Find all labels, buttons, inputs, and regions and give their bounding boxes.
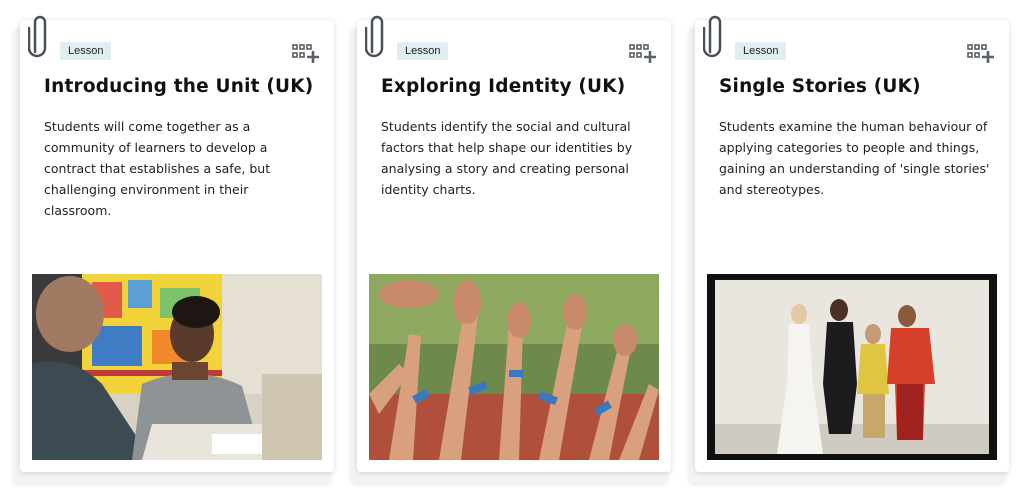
add-to-collection-icon[interactable]: [967, 43, 995, 65]
add-to-collection-icon[interactable]: [629, 43, 657, 65]
card-title[interactable]: Introducing the Unit (UK): [44, 76, 316, 97]
paperclip-icon: [365, 15, 384, 58]
lesson-tag: Lesson: [397, 42, 449, 60]
card-description: Students will come together as a communi…: [44, 119, 271, 218]
card-title[interactable]: Exploring Identity (UK): [381, 76, 653, 97]
card-description: Students examine the human behaviour of …: [719, 119, 990, 197]
lesson-tag: Lesson: [60, 42, 112, 60]
lesson-card-2[interactable]: Lesson Exploring Identity (UK) Students …: [351, 15, 673, 482]
paperclip-icon: [28, 15, 47, 58]
classroom-students-photo[interactable]: [32, 274, 322, 460]
card-title[interactable]: Single Stories (UK): [719, 76, 991, 97]
lesson-card-3[interactable]: Lesson Single Stories (UK) Students exam…: [689, 15, 1011, 482]
paperclip-icon: [703, 15, 722, 58]
lesson-tag: Lesson: [735, 42, 787, 60]
lesson-card-1[interactable]: Lesson Introducing the Unit (UK) Student…: [14, 15, 336, 482]
group-portrait-photo[interactable]: [707, 274, 997, 460]
add-to-collection-icon[interactable]: [292, 43, 320, 65]
card-description: Students identify the social and cultura…: [381, 119, 633, 197]
raised-hands-crowd-photo[interactable]: [369, 274, 659, 460]
